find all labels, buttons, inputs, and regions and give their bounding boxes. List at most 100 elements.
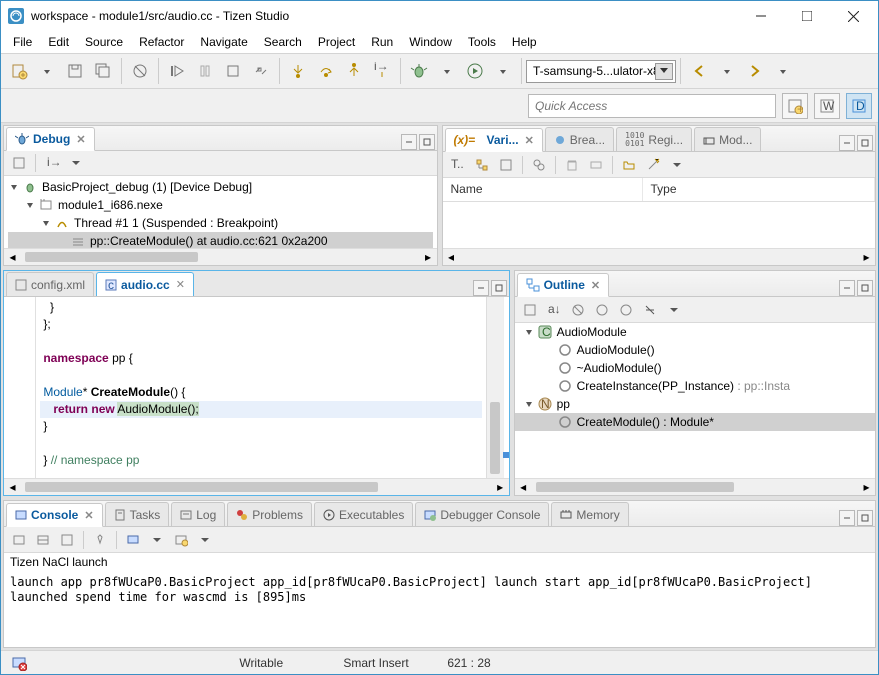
quick-access-input[interactable]	[528, 94, 776, 118]
nav-back-dropdown[interactable]	[713, 57, 741, 85]
menu-source[interactable]: Source	[77, 33, 131, 51]
skip-breakpoints-button[interactable]	[126, 57, 154, 85]
close-icon[interactable]: ✕	[84, 509, 93, 522]
menu-navigate[interactable]: Navigate	[192, 33, 255, 51]
step-into-button[interactable]	[284, 57, 312, 85]
menu-refactor[interactable]: Refactor	[131, 33, 192, 51]
outline-tb-filter3[interactable]	[615, 299, 637, 321]
debug-tb-step-mode[interactable]: i→	[41, 152, 63, 174]
registers-tab[interactable]: 10100101Regi...	[616, 127, 692, 151]
executables-tab[interactable]: Executables	[314, 502, 413, 526]
variables-body[interactable]	[443, 202, 876, 248]
con-tb-2[interactable]	[32, 529, 54, 551]
maximize-view-button[interactable]	[491, 280, 507, 296]
step-return-button[interactable]	[340, 57, 368, 85]
debug-tree[interactable]: BasicProject_debug (1) [Device Debug]mod…	[4, 176, 437, 248]
status-icon[interactable]	[7, 655, 31, 671]
menu-run[interactable]: Run	[363, 33, 401, 51]
tree-row[interactable]: module1_i686.nexe	[8, 196, 433, 214]
outline-tb-sort[interactable]: a↓z	[543, 299, 565, 321]
console-tab[interactable]: Console✕	[6, 503, 103, 527]
con-tb-open[interactable]	[170, 529, 192, 551]
vars-tb-btn1[interactable]: T..	[447, 154, 469, 176]
debug-dropdown[interactable]	[433, 57, 461, 85]
tree-row[interactable]: BasicProject_debug (1) [Device Debug]	[8, 178, 433, 196]
vars-tb-wand[interactable]	[642, 154, 664, 176]
vars-tb-menu[interactable]	[666, 154, 688, 176]
outline-item[interactable]: CAudioModule	[515, 323, 875, 341]
minimize-view-button[interactable]	[839, 135, 855, 151]
close-icon[interactable]: ✕	[176, 278, 185, 291]
nav-fwd-button[interactable]	[741, 57, 769, 85]
new-button[interactable]	[5, 57, 33, 85]
perspective-web-button[interactable]: W	[814, 93, 840, 119]
close-icon[interactable]: ✕	[591, 279, 600, 292]
outline-item[interactable]: CreateModule() : Module*	[515, 413, 875, 431]
scrollbar-vertical[interactable]	[486, 297, 503, 478]
tab-audio[interactable]: caudio.cc✕	[96, 272, 194, 296]
instr-step-button[interactable]: i→	[368, 57, 396, 85]
variables-tab[interactable]: (x)= Vari...✕	[445, 128, 543, 152]
scrollbar-horizontal[interactable]: ◂▸	[515, 478, 875, 495]
outline-item[interactable]: ~AudioModule()	[515, 359, 875, 377]
nav-fwd-dropdown[interactable]	[769, 57, 797, 85]
save-button[interactable]	[61, 57, 89, 85]
editor-gutter[interactable]	[4, 297, 36, 478]
minimize-view-button[interactable]	[401, 134, 417, 150]
outline-tree[interactable]: CAudioModuleAudioModule()~AudioModule()C…	[515, 323, 875, 478]
con-tb-3[interactable]	[56, 529, 78, 551]
new-dropdown[interactable]	[33, 57, 61, 85]
debug-tab[interactable]: Debug ✕	[6, 127, 95, 151]
con-tb-pin[interactable]	[89, 529, 111, 551]
editor-body[interactable]: } }; namespace pp { Module* CreateModule…	[36, 297, 486, 478]
maximize-view-button[interactable]	[857, 135, 873, 151]
outline-tb-menu[interactable]	[663, 299, 685, 321]
perspective-debug-button[interactable]: D	[846, 93, 872, 119]
vars-tb-folder[interactable]	[618, 154, 640, 176]
menu-project[interactable]: Project	[310, 33, 363, 51]
menu-help[interactable]: Help	[504, 33, 545, 51]
col-type[interactable]: Type	[643, 178, 876, 201]
terminate-button[interactable]	[219, 57, 247, 85]
log-tab[interactable]: Log	[171, 502, 225, 526]
problems-tab[interactable]: Problems	[227, 502, 312, 526]
scrollbar-horizontal[interactable]: ◂▸	[4, 478, 509, 495]
overview-ruler[interactable]	[503, 297, 509, 478]
tree-row[interactable]: Thread #1 1 (Suspended : Breakpoint)	[8, 214, 433, 232]
vars-tb-tree[interactable]	[471, 154, 493, 176]
minimize-view-button[interactable]	[839, 510, 855, 526]
scrollbar-horizontal[interactable]: ◂▸	[443, 248, 876, 265]
maximize-view-button[interactable]	[419, 134, 435, 150]
outline-item[interactable]: Npp	[515, 395, 875, 413]
outline-tb-filter2[interactable]	[591, 299, 613, 321]
outline-tb-filter1[interactable]	[567, 299, 589, 321]
con-tb-dropdown[interactable]	[146, 529, 168, 551]
vars-tb-delete[interactable]	[561, 154, 583, 176]
maximize-button[interactable]	[784, 1, 830, 31]
outline-tb-1[interactable]	[519, 299, 541, 321]
outline-item[interactable]: CreateInstance(PP_Instance) : pp::Insta	[515, 377, 875, 395]
close-button[interactable]	[830, 1, 876, 31]
modules-tab[interactable]: Mod...	[694, 127, 761, 151]
outline-tab[interactable]: Outline✕	[517, 273, 610, 297]
vars-tb-btn3[interactable]	[495, 154, 517, 176]
con-tb-display[interactable]	[122, 529, 144, 551]
debug-button[interactable]	[405, 57, 433, 85]
close-icon[interactable]: ✕	[76, 133, 85, 146]
minimize-view-button[interactable]	[839, 280, 855, 296]
disconnect-button[interactable]	[247, 57, 275, 85]
menu-window[interactable]: Window	[401, 33, 460, 51]
minimize-button[interactable]	[738, 1, 784, 31]
run-dropdown[interactable]	[489, 57, 517, 85]
device-selector[interactable]: T-samsung-5...ulator-x86)	[526, 60, 676, 83]
close-icon[interactable]: ✕	[525, 134, 534, 147]
outline-tb-hide[interactable]	[639, 299, 661, 321]
menu-edit[interactable]: Edit	[40, 33, 77, 51]
tree-row[interactable]: pp::CreateModule() at audio.cc:621 0x2a2…	[8, 232, 433, 248]
nav-back-button[interactable]	[685, 57, 713, 85]
resume-button[interactable]	[163, 57, 191, 85]
memory-tab[interactable]: Memory	[551, 502, 628, 526]
debug-tb-dropdown[interactable]	[65, 152, 87, 174]
tab-config[interactable]: config.xml	[6, 272, 94, 296]
debugger-console-tab[interactable]: Debugger Console	[415, 502, 549, 526]
